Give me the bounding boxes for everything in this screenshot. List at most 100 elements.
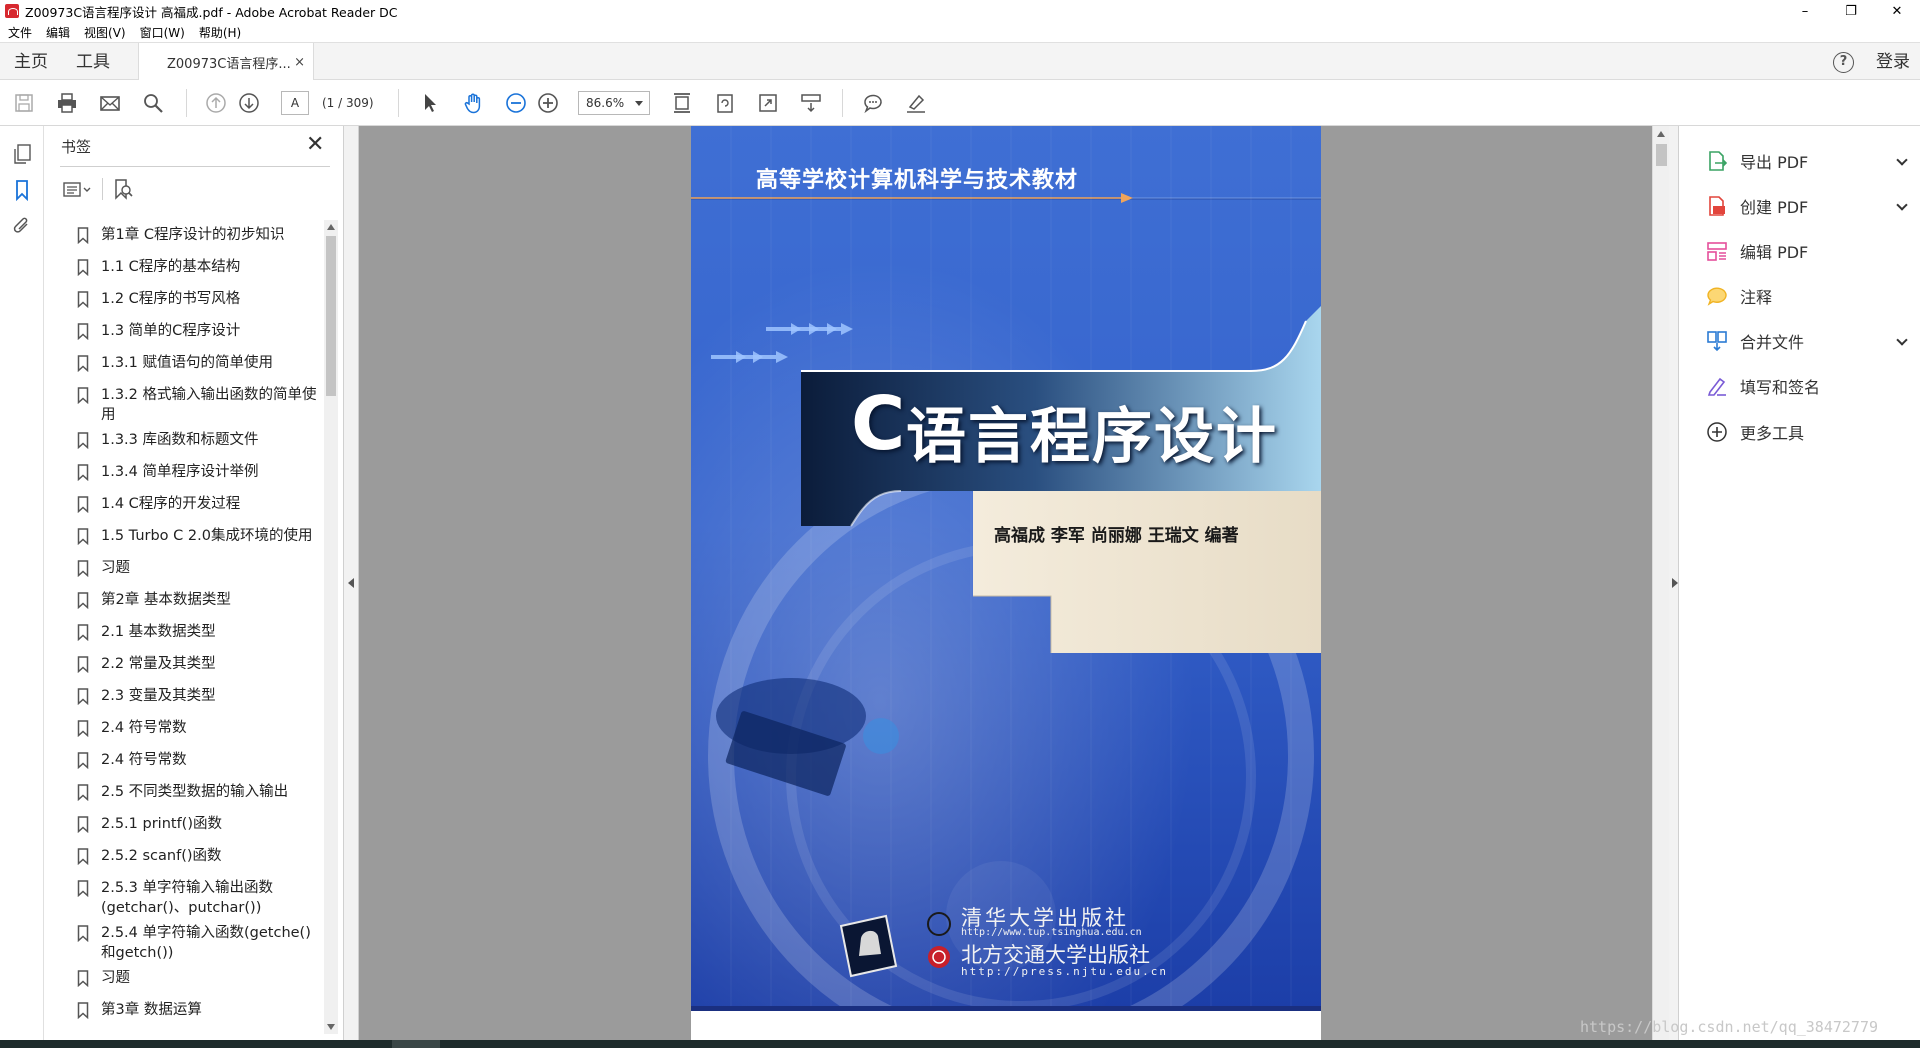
title-bar: Z00973C语言程序设计 高福成.pdf - Adobe Acrobat Re… bbox=[0, 0, 1920, 22]
attachment-icon[interactable] bbox=[11, 215, 33, 237]
minimize-button[interactable]: – bbox=[1782, 0, 1828, 22]
bookmark-item[interactable]: 第2章 基本数据类型 bbox=[74, 585, 324, 617]
bookmark-item[interactable]: 1.1 C程序的基本结构 bbox=[74, 252, 324, 284]
bookmark-label: 1.3.1 赋值语句的简单使用 bbox=[101, 355, 274, 371]
rotate-page-icon[interactable] bbox=[713, 91, 737, 115]
bookmark-item[interactable]: 2.5.2 scanf()函数 bbox=[74, 841, 324, 873]
left-panel-splitter[interactable] bbox=[344, 126, 359, 1040]
collapse-right-arrow[interactable] bbox=[1672, 578, 1678, 588]
bookmark-label: 2.5.2 scanf()函数 bbox=[101, 848, 222, 864]
zoom-out-icon[interactable] bbox=[504, 91, 528, 115]
chevron-down-icon[interactable] bbox=[1896, 199, 1908, 211]
combine-files-tool[interactable]: 合并文件 bbox=[1706, 327, 1908, 355]
comment-tool[interactable]: 注释 bbox=[1706, 282, 1906, 310]
bookmark-item[interactable]: 1.3.3 库函数和标题文件 bbox=[74, 425, 324, 457]
comment-icon[interactable] bbox=[861, 91, 885, 115]
maximize-button[interactable]: ❐ bbox=[1828, 0, 1874, 22]
bookmark-item[interactable]: 2.4 符号常数 bbox=[74, 713, 324, 745]
bookmark-item[interactable]: 习题 bbox=[74, 553, 324, 585]
bookmark-item[interactable]: 1.3.2 格式输入输出函数的简单使用 bbox=[74, 380, 324, 425]
tool-label: 导出 PDF bbox=[1740, 153, 1809, 172]
bookmark-flag-icon bbox=[77, 528, 89, 545]
bookmark-item[interactable]: 2.5.1 printf()函数 bbox=[74, 809, 324, 841]
acrobat-app-icon bbox=[5, 4, 19, 18]
bookmark-item[interactable]: 习题 bbox=[74, 963, 324, 995]
bookmark-label: 2.1 基本数据类型 bbox=[101, 624, 216, 640]
bookmark-item[interactable]: 2.5.3 单字符输入输出函数(getchar()、putchar()) bbox=[74, 873, 324, 918]
save-icon[interactable] bbox=[12, 91, 36, 115]
create-pdf-tool[interactable]: 创建 PDF bbox=[1706, 192, 1908, 220]
bookmark-item[interactable]: 1.3.4 简单程序设计举例 bbox=[74, 457, 324, 489]
menu-window[interactable]: 窗口(W) bbox=[140, 24, 185, 41]
close-icon[interactable]: ✕ bbox=[306, 134, 324, 156]
search-icon[interactable] bbox=[141, 91, 165, 115]
page-number-input[interactable]: A bbox=[281, 91, 309, 115]
previous-page-icon[interactable] bbox=[204, 91, 228, 115]
scroll-thumb[interactable] bbox=[1656, 144, 1667, 166]
next-page-icon[interactable] bbox=[237, 91, 261, 115]
bookmark-flag-icon bbox=[77, 355, 89, 372]
chevron-down-icon[interactable] bbox=[1896, 334, 1908, 346]
bookmark-item[interactable]: 1.5 Turbo C 2.0集成环境的使用 bbox=[74, 521, 324, 553]
bookmark-label: 1.5 Turbo C 2.0集成环境的使用 bbox=[101, 528, 313, 544]
fill-sign-tool[interactable]: 填写和签名 bbox=[1706, 372, 1906, 400]
scroll-up-arrow[interactable] bbox=[1657, 131, 1665, 137]
bookmark-item[interactable]: 2.5.4 单字符输入函数(getche()和getch()) bbox=[74, 918, 324, 963]
scroll-down-arrow[interactable] bbox=[327, 1024, 335, 1030]
zoom-in-icon[interactable] bbox=[536, 91, 560, 115]
edit-pdf-tool[interactable]: 编辑 PDF bbox=[1706, 237, 1906, 265]
menu-view[interactable]: 视图(V) bbox=[84, 24, 126, 41]
bookmark-item[interactable]: 第3章 数据运算 bbox=[74, 995, 324, 1027]
help-icon[interactable]: ? bbox=[1833, 52, 1854, 73]
bookmark-item[interactable]: 2.2 常量及其类型 bbox=[74, 649, 324, 681]
bookmark-options-icon[interactable] bbox=[62, 178, 92, 200]
bookmark-flag-icon bbox=[77, 432, 89, 449]
tab-tools[interactable]: 工具 bbox=[76, 43, 110, 81]
scroll-up-arrow[interactable] bbox=[327, 224, 335, 230]
close-tab-icon[interactable]: × bbox=[294, 55, 305, 70]
email-icon[interactable] bbox=[98, 91, 122, 115]
bookmark-item[interactable]: 第1章 C程序设计的初步知识 bbox=[74, 220, 324, 252]
bookmark-item[interactable]: 2.1 基本数据类型 bbox=[74, 617, 324, 649]
bookmark-scrollbar[interactable] bbox=[324, 220, 338, 1034]
menu-file[interactable]: 文件 bbox=[8, 24, 32, 41]
bookmark-item[interactable]: 1.3 简单的C程序设计 bbox=[74, 316, 324, 348]
select-cursor-icon[interactable] bbox=[418, 91, 442, 115]
collapse-left-arrow[interactable] bbox=[348, 578, 354, 588]
bookmark-label: 1.4 C程序的开发过程 bbox=[101, 496, 241, 512]
bookmark-item[interactable]: 1.3.1 赋值语句的简单使用 bbox=[74, 348, 324, 380]
fullscreen-icon[interactable] bbox=[756, 91, 780, 115]
menu-edit[interactable]: 编辑 bbox=[46, 24, 70, 41]
menu-help[interactable]: 帮助(H) bbox=[199, 24, 241, 41]
more-tools[interactable]: 更多工具 bbox=[1706, 418, 1906, 446]
scroll-thumb[interactable] bbox=[326, 236, 336, 396]
chevron-down-icon[interactable] bbox=[1896, 154, 1908, 166]
cover-authors: 高福成 李军 尚丽娜 王瑞文 编著 bbox=[994, 526, 1239, 546]
highlight-pen-icon[interactable] bbox=[904, 91, 928, 115]
right-panel-splitter[interactable] bbox=[1669, 126, 1679, 1040]
taskbar-item[interactable] bbox=[392, 1040, 440, 1048]
bookmarks-panel-icon[interactable] bbox=[11, 179, 33, 201]
page-thumbnails-icon[interactable] bbox=[11, 143, 33, 165]
bookmark-item[interactable]: 1.4 C程序的开发过程 bbox=[74, 489, 324, 521]
bookmark-item[interactable]: 2.3 变量及其类型 bbox=[74, 681, 324, 713]
bookmark-flag-icon bbox=[77, 688, 89, 705]
scroll-mode-icon[interactable] bbox=[799, 91, 823, 115]
bookmark-item[interactable]: 2.4 符号常数 bbox=[74, 745, 324, 777]
fit-page-icon[interactable] bbox=[670, 91, 694, 115]
print-icon[interactable] bbox=[55, 91, 79, 115]
document-scrollbar[interactable] bbox=[1652, 126, 1669, 1040]
export-pdf-tool[interactable]: 导出 PDF bbox=[1706, 147, 1908, 175]
bookmark-flag-icon bbox=[77, 720, 89, 737]
hand-tool-icon[interactable] bbox=[461, 91, 485, 115]
new-bookmark-icon[interactable] bbox=[112, 178, 134, 200]
tab-document[interactable]: Z00973C语言程序... × bbox=[138, 43, 314, 81]
bookmark-item[interactable]: 2.5 不同类型数据的输入输出 bbox=[74, 777, 324, 809]
bookmark-label: 习题 bbox=[101, 970, 130, 986]
login-button[interactable]: 登录 bbox=[1876, 43, 1910, 81]
close-window-button[interactable]: ✕ bbox=[1874, 0, 1920, 22]
tab-home[interactable]: 主页 bbox=[14, 43, 48, 81]
document-viewport[interactable]: 高等学校计算机科学与技术教材 C 语言程序设计 高福成 李军 尚丽娜 王瑞文 编… bbox=[359, 126, 1652, 1040]
bookmark-item[interactable]: 1.2 C程序的书写风格 bbox=[74, 284, 324, 316]
zoom-level-select[interactable]: 86.6% bbox=[578, 91, 650, 115]
